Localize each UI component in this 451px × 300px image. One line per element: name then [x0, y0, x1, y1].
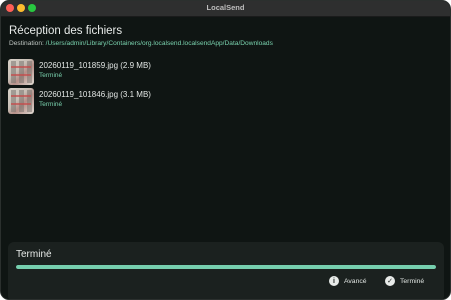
destination-line: Destination: /Users/admin/Library/Contai… — [9, 40, 273, 47]
check-circle-icon: ✓ — [385, 276, 395, 286]
file-item: 20260119_101859.jpg (2.9 MB) Terminé — [8, 57, 438, 86]
destination-path: /Users/admin/Library/Containers/org.loca… — [45, 40, 273, 47]
app-window: LocalSend Réception des fichiers Destina… — [0, 0, 451, 300]
done-button[interactable]: ✓ Terminé — [385, 274, 424, 288]
destination-label: Destination: — [9, 40, 46, 47]
window-title: LocalSend — [206, 3, 245, 12]
progress-bar — [16, 265, 436, 269]
receive-page: Réception des fichiers Destination: /Use… — [1, 17, 450, 299]
file-status: Terminé — [39, 72, 63, 79]
progress-title: Terminé — [16, 249, 52, 260]
advanced-button[interactable]: i Avancé — [329, 274, 367, 288]
file-thumbnail — [8, 88, 34, 114]
page-title: Réception des fichiers — [9, 25, 123, 37]
progress-panel: Terminé i Avancé ✓ Terminé — [8, 242, 444, 299]
progress-bar-fill — [16, 265, 436, 269]
file-item: 20260119_101846.jpg (3.1 MB) Terminé — [8, 86, 438, 115]
file-name: 20260119_101846.jpg (3.1 MB) — [39, 90, 151, 99]
file-status: Terminé — [39, 101, 63, 108]
advanced-button-label: Avancé — [344, 277, 367, 285]
info-icon: i — [329, 276, 339, 286]
file-thumbnail — [8, 59, 34, 85]
file-name: 20260119_101859.jpg (2.9 MB) — [39, 61, 151, 70]
done-button-label: Terminé — [400, 277, 425, 285]
title-bar: LocalSend — [1, 1, 450, 17]
file-list: 20260119_101859.jpg (2.9 MB) Terminé 202… — [8, 57, 438, 115]
